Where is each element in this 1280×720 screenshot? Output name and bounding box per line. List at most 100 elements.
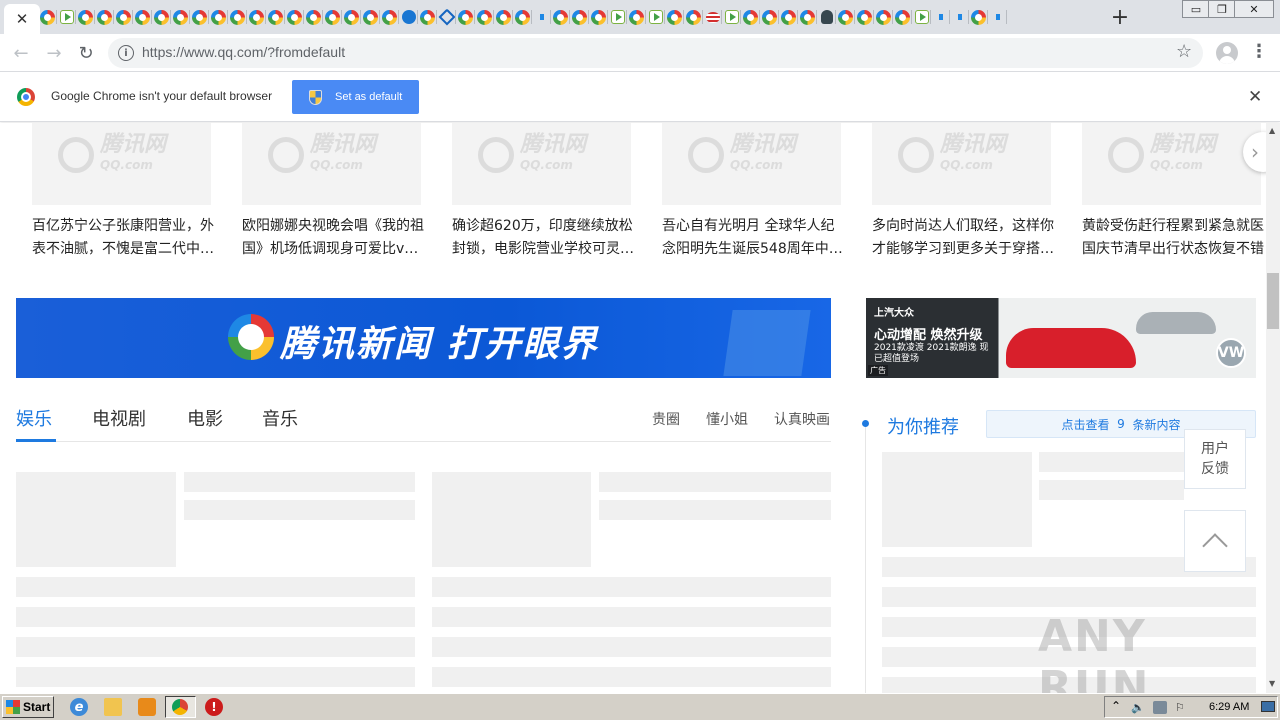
- media-player-icon[interactable]: [138, 698, 156, 716]
- network-icon[interactable]: [1153, 701, 1167, 714]
- link-guiquan[interactable]: 贵圈: [652, 409, 680, 429]
- browser-tab[interactable]: [266, 6, 285, 28]
- browser-tab[interactable]: [247, 6, 266, 28]
- back-to-top-button[interactable]: [1184, 510, 1246, 572]
- browser-tab[interactable]: [551, 6, 570, 28]
- browser-tab[interactable]: [741, 6, 760, 28]
- browser-tab[interactable]: [760, 6, 779, 28]
- tab-music[interactable]: 音乐: [262, 405, 298, 431]
- news-caption[interactable]: 百亿苏宁公子张康阳营业，外表不油腻，不愧是富二代中…: [32, 215, 218, 261]
- browser-tab[interactable]: [893, 6, 912, 28]
- browser-tab[interactable]: [722, 6, 741, 28]
- browser-tab[interactable]: [323, 6, 342, 28]
- news-thumbnail[interactable]: 腾讯网 QQ.com: [32, 123, 211, 205]
- browser-tab[interactable]: [608, 6, 627, 28]
- browser-tab[interactable]: [684, 6, 703, 28]
- browser-tab[interactable]: [665, 6, 684, 28]
- tab-tv-series[interactable]: 电视剧: [92, 405, 146, 431]
- news-thumbnail[interactable]: 腾讯网 QQ.com: [872, 123, 1051, 205]
- tab-close-icon[interactable]: ✕: [16, 10, 29, 28]
- browser-tab[interactable]: [874, 6, 893, 28]
- browser-tab[interactable]: [969, 6, 988, 28]
- news-thumbnail[interactable]: 腾讯网 QQ.com: [662, 123, 841, 205]
- browser-tab[interactable]: [228, 6, 247, 28]
- minimize-button[interactable]: ▭: [1182, 0, 1210, 18]
- tab-entertainment[interactable]: 娱乐: [16, 405, 52, 431]
- browser-tab[interactable]: [171, 6, 190, 28]
- tray-expand-icon[interactable]: ⌃: [1111, 699, 1121, 713]
- browser-tab[interactable]: [627, 6, 646, 28]
- chrome-taskbar-button[interactable]: [165, 696, 196, 718]
- scroll-up-arrow-icon[interactable]: ▲: [1269, 126, 1275, 135]
- browser-tab[interactable]: [817, 6, 836, 28]
- url-text[interactable]: https://www.qq.com/?fromdefault: [142, 44, 345, 60]
- car-advertisement[interactable]: 上汽大众 心动增配 焕然升级 2021款凌渡 2021款朗逸 现已超值登场 VW…: [866, 298, 1256, 378]
- browser-tab[interactable]: [38, 6, 57, 28]
- news-thumbnail[interactable]: 腾讯网 QQ.com: [452, 123, 631, 205]
- browser-tab[interactable]: [304, 6, 323, 28]
- browser-tab[interactable]: [513, 6, 532, 28]
- browser-tab[interactable]: [57, 6, 76, 28]
- browser-tab[interactable]: [418, 6, 437, 28]
- stop-icon[interactable]: !: [205, 698, 223, 716]
- browser-tab[interactable]: [646, 6, 665, 28]
- back-button[interactable]: ←: [8, 40, 34, 66]
- address-bar[interactable]: i https://www.qq.com/?fromdefault ☆: [108, 38, 1203, 68]
- browser-tab[interactable]: [133, 6, 152, 28]
- tab-movies[interactable]: 电影: [187, 405, 223, 431]
- browser-tab[interactable]: [912, 6, 931, 28]
- monitor-icon[interactable]: [1261, 701, 1275, 712]
- news-thumbnail[interactable]: 腾讯网 QQ.com: [1082, 123, 1261, 205]
- browser-tab[interactable]: [399, 6, 418, 28]
- profile-avatar[interactable]: [1216, 42, 1238, 64]
- browser-tab[interactable]: [76, 6, 95, 28]
- browser-tab[interactable]: [836, 6, 855, 28]
- browser-menu-icon[interactable]: ⋮: [1250, 41, 1268, 62]
- reload-button[interactable]: ↻: [73, 40, 99, 66]
- active-tab[interactable]: ✕: [4, 4, 40, 34]
- tencent-news-banner[interactable]: 腾讯新闻 打开眼界: [16, 298, 831, 378]
- news-caption[interactable]: 黄龄受伤赶行程累到紧急就医国庆节清早出行状态恢复不错: [1082, 215, 1266, 261]
- link-dongxiaojie[interactable]: 懂小姐: [706, 409, 748, 429]
- browser-tab[interactable]: [931, 6, 950, 28]
- scroll-thumb[interactable]: [1267, 273, 1279, 329]
- browser-tab[interactable]: [342, 6, 361, 28]
- close-window-button[interactable]: ✕: [1234, 0, 1274, 18]
- browser-tab[interactable]: [114, 6, 133, 28]
- browser-tab[interactable]: [475, 6, 494, 28]
- browser-tab[interactable]: [152, 6, 171, 28]
- browser-tab[interactable]: [361, 6, 380, 28]
- browser-tab[interactable]: [570, 6, 589, 28]
- browser-tab[interactable]: [95, 6, 114, 28]
- browser-tab[interactable]: [209, 6, 228, 28]
- volume-icon[interactable]: 🔈: [1131, 701, 1145, 714]
- browser-tab[interactable]: [779, 6, 798, 28]
- browser-tab[interactable]: [798, 6, 817, 28]
- restore-button[interactable]: ❐: [1208, 0, 1236, 18]
- forward-button[interactable]: →: [41, 40, 67, 66]
- flag-icon[interactable]: ⚐: [1175, 701, 1189, 714]
- new-tab-button[interactable]: +: [1108, 5, 1132, 30]
- browser-tab[interactable]: [950, 6, 969, 28]
- folder-icon[interactable]: [104, 698, 122, 716]
- site-info-icon[interactable]: i: [118, 45, 134, 61]
- infobar-close-button[interactable]: ✕: [1248, 87, 1262, 107]
- browser-tab[interactable]: [494, 6, 513, 28]
- browser-tab[interactable]: [988, 6, 1007, 28]
- browser-tab[interactable]: [532, 6, 551, 28]
- browser-tab[interactable]: [285, 6, 304, 28]
- browser-tab[interactable]: [703, 6, 722, 28]
- vertical-scrollbar[interactable]: ▲ ▼: [1266, 123, 1280, 693]
- start-button[interactable]: Start: [2, 696, 54, 718]
- browser-tab[interactable]: [190, 6, 209, 28]
- browser-tab[interactable]: [855, 6, 874, 28]
- news-caption[interactable]: 多向时尚达人们取经，这样你才能够学习到更多关于穿搭…: [872, 215, 1058, 261]
- news-caption[interactable]: 吾心自有光明月 全球华人纪念阳明先生诞辰548周年中…: [662, 215, 848, 261]
- scroll-down-arrow-icon[interactable]: ▼: [1269, 679, 1275, 688]
- browser-tab[interactable]: [589, 6, 608, 28]
- bookmark-star-icon[interactable]: ☆: [1176, 41, 1192, 62]
- link-renzhenyinghua[interactable]: 认真映画: [774, 409, 830, 429]
- browser-tab[interactable]: [456, 6, 475, 28]
- browser-tab[interactable]: [437, 6, 456, 28]
- set-default-button[interactable]: Set as default: [292, 80, 419, 114]
